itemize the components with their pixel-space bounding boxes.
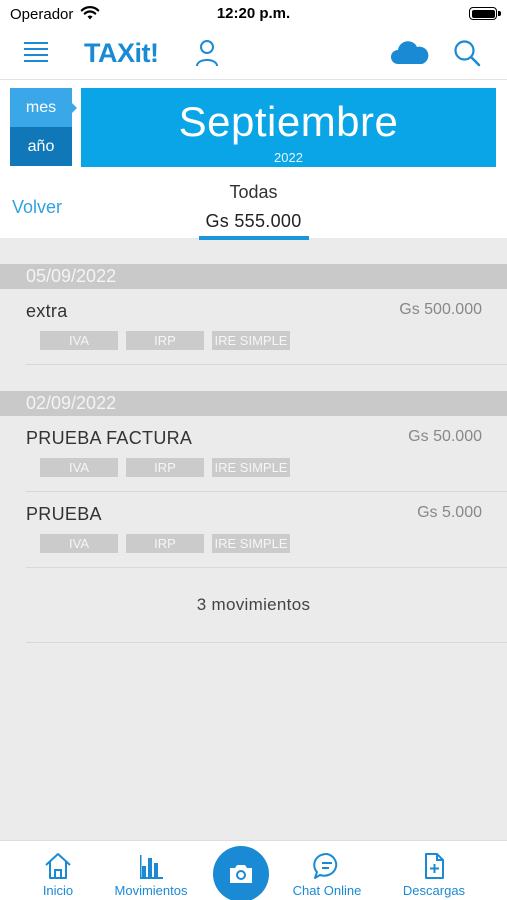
- movements-count: 3 movimientos: [26, 567, 507, 643]
- active-tab-indicator: [198, 236, 309, 240]
- camera-button[interactable]: [213, 846, 269, 900]
- download-file-icon: [425, 853, 444, 879]
- tax-tag: IRP: [126, 331, 204, 350]
- bar-chart-icon: [140, 855, 163, 879]
- tax-tag: IRP: [126, 458, 204, 477]
- clock: 12:20 p.m.: [216, 5, 291, 22]
- toggle-year-button[interactable]: año: [10, 127, 72, 166]
- home-icon: [45, 853, 71, 879]
- filter-tab-all[interactable]: Todas Gs 555.000: [180, 182, 327, 240]
- tab-movimientos[interactable]: Movimientos: [106, 841, 196, 900]
- period-selector: mes año Septiembre 2022 Volver Todas Gs …: [0, 80, 507, 240]
- date-group-header: 02/09/2022: [0, 391, 507, 416]
- tax-tags: IVA IRP IRE SIMPLE: [40, 331, 298, 350]
- movement-row[interactable]: PRUEBA Gs 5.000 IVA IRP IRE SIMPLE: [26, 492, 507, 568]
- total-amount: Gs 555.000: [205, 211, 302, 231]
- tax-tag: IRP: [126, 534, 204, 553]
- year-label: 2022: [274, 150, 303, 165]
- chat-icon: [313, 852, 338, 879]
- camera-icon: [230, 865, 252, 883]
- tab-descargas[interactable]: Descargas: [394, 841, 474, 900]
- user-icon[interactable]: [195, 39, 219, 67]
- tax-tag: IRE SIMPLE: [212, 458, 290, 477]
- movement-row[interactable]: PRUEBA FACTURA Gs 50.000 IVA IRP IRE SIM…: [26, 416, 507, 492]
- period-type-toggle: mes año: [10, 88, 77, 166]
- tax-tag: IRE SIMPLE: [212, 534, 290, 553]
- app-logo: TAXit!: [84, 38, 159, 68]
- cloud-icon[interactable]: [390, 39, 430, 67]
- month-display[interactable]: Septiembre 2022: [81, 88, 496, 167]
- tab-label: Chat Online: [292, 883, 362, 898]
- back-link[interactable]: Volver: [12, 197, 62, 218]
- tab-label: Movimientos: [114, 883, 188, 898]
- tax-tag: IVA: [40, 458, 118, 477]
- status-bar: Operador 12:20 p.m.: [0, 0, 507, 28]
- tab-label: Descargas: [402, 883, 466, 898]
- movement-amount: Gs 5.000: [417, 504, 482, 521]
- search-icon[interactable]: [453, 39, 481, 67]
- movement-row[interactable]: extra Gs 500.000 IVA IRP IRE SIMPLE: [26, 289, 507, 365]
- movement-amount: Gs 50.000: [408, 428, 482, 445]
- top-nav-bar: TAXit!: [0, 28, 507, 80]
- movement-amount: Gs 500.000: [399, 301, 482, 318]
- toggle-month-button[interactable]: mes: [10, 88, 77, 127]
- menu-icon[interactable]: [24, 42, 48, 62]
- tax-tags: IVA IRP IRE SIMPLE: [40, 458, 298, 477]
- tax-tag: IVA: [40, 331, 118, 350]
- tax-tags: IVA IRP IRE SIMPLE: [40, 534, 298, 553]
- month-label: Septiembre: [178, 98, 399, 145]
- filter-label: Todas: [229, 182, 278, 202]
- tab-inicio[interactable]: Inicio: [30, 841, 86, 900]
- tax-tag: IVA: [40, 534, 118, 553]
- date-group-header: 05/09/2022: [0, 264, 507, 289]
- movement-name: PRUEBA FACTURA: [26, 428, 193, 448]
- tax-tag: IRE SIMPLE: [212, 331, 290, 350]
- movement-name: PRUEBA: [26, 504, 102, 524]
- tab-chat-online[interactable]: Chat Online: [282, 841, 372, 900]
- tab-label: Inicio: [42, 883, 74, 898]
- battery-icon: [469, 7, 501, 20]
- movement-name: extra: [26, 301, 68, 321]
